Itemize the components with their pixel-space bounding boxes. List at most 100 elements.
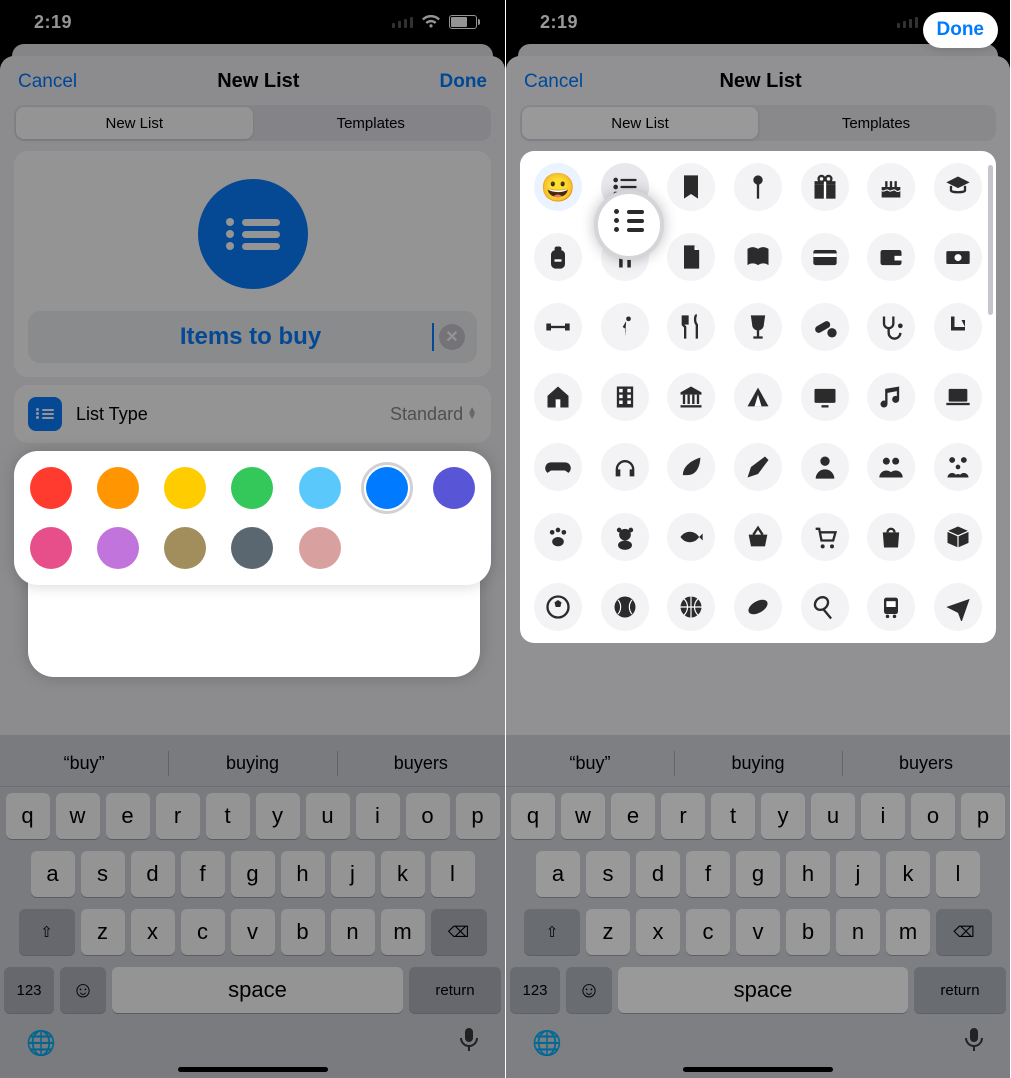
dictation-key[interactable] [459,1027,479,1060]
icon-option-graduation[interactable] [934,163,982,211]
color-pink[interactable] [30,527,72,569]
icon-option-laptop[interactable] [934,373,982,421]
key-l[interactable]: l [936,851,980,897]
cancel-button[interactable]: Cancel [18,71,77,93]
list-name-input[interactable] [71,323,430,351]
globe-key[interactable]: 🌐 [26,1029,56,1058]
icon-option-wineglass[interactable] [734,303,782,351]
icon-option-airplane[interactable] [934,583,982,631]
key-r[interactable]: r [661,793,705,839]
return-key[interactable]: return [409,967,501,1013]
icon-option-person[interactable] [801,443,849,491]
suggestions-bar[interactable]: “buy” buying buyers [506,741,1010,787]
color-slate[interactable] [231,527,273,569]
icon-option-leaf[interactable] [667,443,715,491]
key-v[interactable]: v [231,909,275,955]
home-indicator[interactable] [683,1067,833,1072]
key-p[interactable]: p [456,793,500,839]
tab-templates[interactable]: Templates [758,107,994,139]
dictation-key[interactable] [964,1027,984,1060]
icon-option-fork-knife[interactable] [667,303,715,351]
icon-option-credit-card[interactable] [801,233,849,281]
key-h[interactable]: h [281,851,325,897]
icon-option-basket[interactable] [734,513,782,561]
suggestion-0[interactable]: “buy” [0,741,168,786]
icon-option-backpack[interactable] [534,233,582,281]
icon-option-dumbbell[interactable] [534,303,582,351]
key-j[interactable]: j [331,851,375,897]
key-k[interactable]: k [886,851,930,897]
shift-key[interactable]: ⇧ [19,909,75,955]
key-d[interactable]: d [636,851,680,897]
key-y[interactable]: y [761,793,805,839]
color-orange[interactable] [97,467,139,509]
key-r[interactable]: r [156,793,200,839]
icon-option-teddy-bear[interactable] [601,513,649,561]
icon-option-running[interactable] [601,303,649,351]
icon-option-emoji[interactable]: 😀 [534,163,582,211]
tabs-segmented[interactable]: New List Templates [520,105,996,141]
icon-option-building[interactable] [601,373,649,421]
icon-option-music[interactable] [867,373,915,421]
list-type-value[interactable]: Standard ▲▼ [390,404,477,425]
tab-new-list[interactable]: New List [16,107,253,139]
icon-option-paw[interactable] [534,513,582,561]
return-key[interactable]: return [914,967,1006,1013]
icon-option-stethoscope[interactable] [867,303,915,351]
key-t[interactable]: t [206,793,250,839]
key-p[interactable]: p [961,793,1005,839]
key-i[interactable]: i [356,793,400,839]
key-b[interactable]: b [786,909,830,955]
key-a[interactable]: a [536,851,580,897]
icon-option-chair[interactable] [934,303,982,351]
key-m[interactable]: m [381,909,425,955]
icon-option-tennis[interactable] [801,583,849,631]
icon-option-fish[interactable] [667,513,715,561]
icon-option-headphones[interactable] [601,443,649,491]
list-type-row[interactable]: List Type Standard ▲▼ [14,385,491,443]
numbers-key[interactable]: 123 [4,967,54,1013]
key-f[interactable]: f [181,851,225,897]
icon-option-people[interactable] [867,443,915,491]
icon-option-tram[interactable] [867,583,915,631]
suggestions-bar[interactable]: “buy” buying buyers [0,741,505,787]
color-brown[interactable] [164,527,206,569]
suggestion-1[interactable]: buying [674,741,842,786]
tabs-segmented[interactable]: New List Templates [14,105,491,141]
keyboard[interactable]: “buy” buying buyers qwertyuiop asdfghjkl… [0,735,505,1078]
color-lightblue[interactable] [299,467,341,509]
suggestion-1[interactable]: buying [168,741,336,786]
key-z[interactable]: z [586,909,630,955]
key-v[interactable]: v [736,909,780,955]
key-y[interactable]: y [256,793,300,839]
key-o[interactable]: o [911,793,955,839]
icon-option-shopping-cart[interactable] [801,513,849,561]
color-rose[interactable] [299,527,341,569]
suggestion-2[interactable]: buyers [337,741,505,786]
key-k[interactable]: k [381,851,425,897]
color-yellow[interactable] [164,467,206,509]
key-g[interactable]: g [231,851,275,897]
color-red[interactable] [30,467,72,509]
key-q[interactable]: q [6,793,50,839]
key-d[interactable]: d [131,851,175,897]
icon-option-pin[interactable] [734,163,782,211]
icon-option-tv[interactable] [801,373,849,421]
icon-option-family[interactable] [934,443,982,491]
key-e[interactable]: e [611,793,655,839]
key-o[interactable]: o [406,793,450,839]
icon-picker-scrollbar[interactable] [988,165,993,315]
icon-option-museum[interactable] [667,373,715,421]
key-b[interactable]: b [281,909,325,955]
icon-option-tent[interactable] [734,373,782,421]
key-w[interactable]: w [56,793,100,839]
icon-option-house[interactable] [534,373,582,421]
space-key[interactable]: space [618,967,908,1013]
home-indicator[interactable] [178,1067,328,1072]
shift-key[interactable]: ⇧ [524,909,580,955]
key-t[interactable]: t [711,793,755,839]
key-s[interactable]: s [81,851,125,897]
key-l[interactable]: l [431,851,475,897]
icon-option-birthday[interactable] [867,163,915,211]
icon-option-money[interactable] [934,233,982,281]
